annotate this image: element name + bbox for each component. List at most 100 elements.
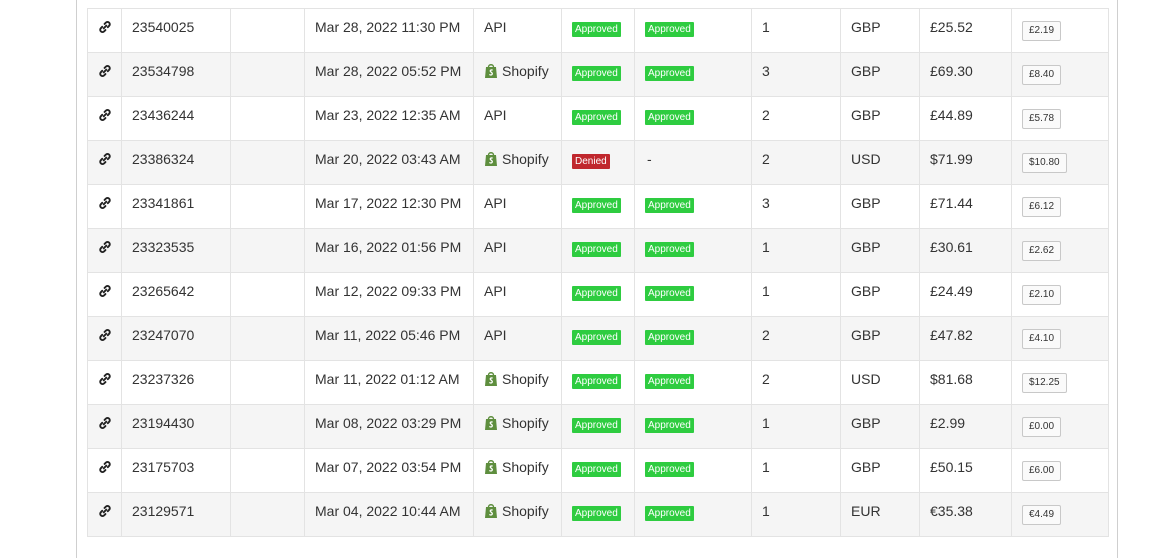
link-icon[interactable] bbox=[98, 372, 112, 386]
empty-cell bbox=[230, 228, 305, 273]
order-date: Mar 04, 2022 10:44 AM bbox=[304, 492, 474, 537]
order-id: 23247070 bbox=[121, 316, 231, 361]
order-date: Mar 11, 2022 05:46 PM bbox=[304, 316, 474, 361]
fee-button[interactable]: £4.10 bbox=[1022, 329, 1062, 349]
link-cell[interactable] bbox=[87, 316, 122, 361]
order-date: Mar 16, 2022 01:56 PM bbox=[304, 228, 474, 273]
currency: GBP bbox=[840, 316, 920, 361]
table-row[interactable]: 23175703 Mar 07, 2022 03:54 PM Shopify A… bbox=[87, 448, 1109, 493]
link-cell[interactable] bbox=[87, 140, 122, 185]
status-badge: Approved bbox=[572, 242, 621, 257]
quantity: 1 bbox=[751, 492, 841, 537]
table-row[interactable]: 23323535 Mar 16, 2022 01:56 PM API Appro… bbox=[87, 228, 1109, 273]
status-badge: Denied bbox=[572, 154, 610, 169]
status-cell-2: Approved bbox=[634, 8, 752, 53]
fee-button[interactable]: $10.80 bbox=[1022, 153, 1067, 173]
status-cell-1: Approved bbox=[561, 96, 635, 141]
link-icon[interactable] bbox=[98, 108, 112, 122]
link-cell[interactable] bbox=[87, 52, 122, 97]
table-row[interactable]: 23265642 Mar 12, 2022 09:33 PM API Appro… bbox=[87, 272, 1109, 317]
link-icon[interactable] bbox=[98, 416, 112, 430]
shopify-bag-icon bbox=[485, 152, 497, 166]
link-icon[interactable] bbox=[98, 240, 112, 254]
status-badge: Approved bbox=[572, 110, 621, 125]
link-icon[interactable] bbox=[98, 152, 112, 166]
link-cell[interactable] bbox=[87, 184, 122, 229]
fee-cell: £2.62 bbox=[1011, 228, 1109, 273]
orders-panel: 23540025 Mar 28, 2022 11:30 PM API Appro… bbox=[76, 0, 1118, 558]
link-icon[interactable] bbox=[98, 64, 112, 78]
table-row[interactable]: 23194430 Mar 08, 2022 03:29 PM Shopify A… bbox=[87, 404, 1109, 449]
order-id: 23534798 bbox=[121, 52, 231, 97]
link-cell[interactable] bbox=[87, 404, 122, 449]
table-row[interactable]: 23129571 Mar 04, 2022 10:44 AM Shopify A… bbox=[87, 492, 1109, 537]
status-cell-2: Approved bbox=[634, 272, 752, 317]
fee-button[interactable]: £2.62 bbox=[1022, 241, 1062, 261]
fee-cell: £5.78 bbox=[1011, 96, 1109, 141]
table-row[interactable]: 23341861 Mar 17, 2022 12:30 PM API Appro… bbox=[87, 184, 1109, 229]
table-row[interactable]: 23436244 Mar 23, 2022 12:35 AM API Appro… bbox=[87, 96, 1109, 141]
fee-button[interactable]: £5.78 bbox=[1022, 109, 1062, 129]
fee-button[interactable]: £8.40 bbox=[1022, 65, 1062, 85]
platform-label: Shopify bbox=[502, 151, 549, 167]
link-cell[interactable] bbox=[87, 8, 122, 53]
platform-label: Shopify bbox=[502, 459, 549, 475]
currency: USD bbox=[840, 360, 920, 405]
status-badge: Approved bbox=[645, 242, 694, 257]
link-icon[interactable] bbox=[98, 504, 112, 518]
fee-button[interactable]: £2.19 bbox=[1022, 21, 1062, 41]
status-cell-1: Denied bbox=[561, 140, 635, 185]
fee-cell: £0.00 bbox=[1011, 404, 1109, 449]
link-cell[interactable] bbox=[87, 448, 122, 493]
link-cell[interactable] bbox=[87, 96, 122, 141]
currency: EUR bbox=[840, 492, 920, 537]
empty-cell bbox=[230, 96, 305, 141]
quantity: 3 bbox=[751, 52, 841, 97]
platform-label: Shopify bbox=[502, 63, 549, 79]
link-cell[interactable] bbox=[87, 272, 122, 317]
status-cell-2: Approved bbox=[634, 448, 752, 493]
status-cell-2: Approved bbox=[634, 360, 752, 405]
status-cell-1: Approved bbox=[561, 272, 635, 317]
table-row[interactable]: 23237326 Mar 11, 2022 01:12 AM Shopify A… bbox=[87, 360, 1109, 405]
fee-button[interactable]: $12.25 bbox=[1022, 373, 1067, 393]
link-icon[interactable] bbox=[98, 284, 112, 298]
link-icon[interactable] bbox=[98, 460, 112, 474]
status-badge: Approved bbox=[572, 66, 621, 81]
shopify-bag-icon bbox=[485, 416, 497, 430]
fee-button[interactable]: €4.49 bbox=[1022, 505, 1062, 525]
platform-cell: API bbox=[473, 228, 562, 273]
platform-cell: Shopify bbox=[473, 404, 562, 449]
empty-cell bbox=[230, 404, 305, 449]
quantity: 1 bbox=[751, 8, 841, 53]
table-row[interactable]: 23247070 Mar 11, 2022 05:46 PM API Appro… bbox=[87, 316, 1109, 361]
fee-cell: £6.12 bbox=[1011, 184, 1109, 229]
table-row[interactable]: 23386324 Mar 20, 2022 03:43 AM Shopify D… bbox=[87, 140, 1109, 185]
table-row[interactable]: 23534798 Mar 28, 2022 05:52 PM Shopify A… bbox=[87, 52, 1109, 97]
status-cell-1: Approved bbox=[561, 360, 635, 405]
link-icon[interactable] bbox=[98, 196, 112, 210]
status-badge: Approved bbox=[645, 418, 694, 433]
fee-button[interactable]: £2.10 bbox=[1022, 285, 1062, 305]
fee-button[interactable]: £0.00 bbox=[1022, 417, 1062, 437]
status-cell-2: Approved bbox=[634, 316, 752, 361]
platform-cell: Shopify bbox=[473, 52, 562, 97]
link-cell[interactable] bbox=[87, 228, 122, 273]
table-row[interactable]: 23540025 Mar 28, 2022 11:30 PM API Appro… bbox=[87, 8, 1109, 53]
link-cell[interactable] bbox=[87, 360, 122, 405]
currency: GBP bbox=[840, 228, 920, 273]
fee-cell: £2.10 bbox=[1011, 272, 1109, 317]
link-icon[interactable] bbox=[98, 328, 112, 342]
quantity: 2 bbox=[751, 316, 841, 361]
order-id: 23323535 bbox=[121, 228, 231, 273]
quantity: 2 bbox=[751, 140, 841, 185]
fee-button[interactable]: £6.00 bbox=[1022, 461, 1062, 481]
orders-table-body: 23540025 Mar 28, 2022 11:30 PM API Appro… bbox=[87, 8, 1109, 537]
quantity: 3 bbox=[751, 184, 841, 229]
fee-button[interactable]: £6.12 bbox=[1022, 197, 1062, 217]
empty-cell bbox=[230, 140, 305, 185]
status-badge: Approved bbox=[645, 330, 694, 345]
link-cell[interactable] bbox=[87, 492, 122, 537]
order-id: 23386324 bbox=[121, 140, 231, 185]
link-icon[interactable] bbox=[98, 20, 112, 34]
